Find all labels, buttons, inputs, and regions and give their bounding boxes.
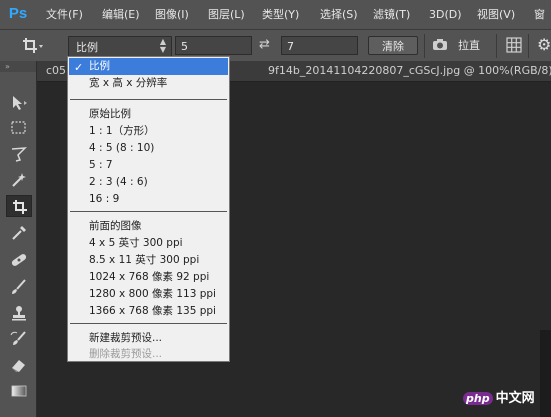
divider	[528, 34, 529, 58]
document-tab-prefix: c05	[46, 64, 67, 77]
php-logo: php	[463, 392, 493, 405]
brush-tool-icon[interactable]	[6, 276, 32, 298]
crop-height-input[interactable]: 7	[281, 36, 358, 55]
swap-dimensions-icon[interactable]: ⇄	[259, 37, 270, 52]
photoshop-logo: Ps	[8, 5, 28, 22]
dropdown-item-size-preset[interactable]: 1024 x 768 像素 92 ppi	[89, 269, 209, 286]
menu-bar: Ps 文件(F) 编辑(E) 图像(I) 图层(L) 类型(Y) 选择(S) 滤…	[0, 0, 551, 30]
straighten-label[interactable]: 拉直	[458, 37, 480, 53]
dropdown-item-wxhxres[interactable]: 宽 x 高 x 分辨率	[89, 75, 167, 92]
menu-edit[interactable]: 编辑(E)	[102, 0, 140, 29]
dropdown-item-original-ratio[interactable]: 原始比例	[89, 106, 131, 123]
dropdown-item-selected[interactable]: ✓ 比例	[69, 58, 228, 75]
dropdown-item-size-preset[interactable]: 1280 x 800 像素 113 ppi	[89, 286, 216, 303]
image-edge	[540, 330, 551, 417]
menu-3d[interactable]: 3D(D)	[429, 0, 462, 29]
magic-wand-tool-icon[interactable]	[6, 169, 32, 191]
document-tab-title: 9f14b_20141104220807_cGScJ.jpg @ 100%(RG…	[268, 64, 551, 77]
menu-filter[interactable]: 滤镜(T)	[373, 0, 410, 29]
crop-tool-icon[interactable]	[6, 195, 32, 217]
toolbox: »	[0, 61, 37, 417]
menu-view[interactable]: 视图(V)	[477, 0, 515, 29]
crop-width-input[interactable]: 5	[175, 36, 252, 55]
menu-file[interactable]: 文件(F)	[46, 0, 83, 29]
menu-type[interactable]: 类型(Y)	[262, 0, 299, 29]
divider	[424, 34, 425, 58]
dropdown-item-ratio[interactable]: 5 : 7	[89, 157, 113, 174]
dropdown-item-ratio[interactable]: 2 : 3 (4 : 6)	[89, 174, 148, 191]
dropdown-item-label: 比例	[89, 60, 110, 72]
overlay-grid-icon[interactable]	[506, 37, 522, 53]
gear-icon[interactable]: ⚙	[537, 35, 551, 54]
dropdown-item-delete-preset: 删除裁剪预设...	[89, 348, 163, 360]
dropdown-item-size-preset[interactable]: 8.5 x 11 英寸 300 ppi	[89, 252, 199, 269]
divider	[496, 34, 497, 58]
eyedropper-tool-icon[interactable]	[6, 222, 32, 244]
eraser-tool-icon[interactable]	[6, 354, 32, 376]
dropdown-item-size-preset[interactable]: 1366 x 768 像素 135 ppi	[89, 303, 216, 320]
menu-select[interactable]: 选择(S)	[320, 0, 358, 29]
dropdown-separator	[70, 211, 227, 212]
menu-image[interactable]: 图像(I)	[155, 0, 189, 29]
menu-window[interactable]: 窗	[534, 0, 545, 29]
aspect-ratio-value: 比例	[76, 41, 98, 54]
move-tool-icon[interactable]	[6, 92, 32, 114]
dropdown-item-front-image[interactable]: 前面的图像	[89, 218, 142, 235]
checkmark-icon: ✓	[74, 61, 84, 74]
dropdown-item-ratio[interactable]: 16 : 9	[89, 191, 119, 208]
menu-layer[interactable]: 图层(L)	[208, 0, 245, 29]
dropdown-item-new-preset[interactable]: 新建裁剪预设...	[89, 330, 162, 347]
dropdown-item-ratio[interactable]: 4 : 5 (8 : 10)	[89, 140, 154, 157]
aspect-ratio-select[interactable]: 比例 ▲ ▼	[68, 36, 172, 57]
gradient-tool-icon[interactable]	[6, 380, 32, 402]
dropdown-separator	[70, 323, 227, 324]
toolbox-collapse-icon[interactable]: »	[0, 61, 36, 72]
dropdown-item-ratio[interactable]: 1 : 1（方形）	[89, 123, 155, 140]
crop-tool-icon[interactable]	[22, 36, 44, 56]
aspect-ratio-dropdown: ✓ 比例 宽 x 高 x 分辨率 原始比例 1 : 1（方形） 4 : 5 (8…	[67, 56, 230, 362]
select-arrows-icon: ▲ ▼	[159, 37, 166, 54]
lasso-tool-icon[interactable]	[6, 143, 32, 165]
dropdown-item-size-preset[interactable]: 4 x 5 英寸 300 ppi	[89, 235, 183, 252]
dropdown-separator	[70, 99, 227, 100]
site-watermark: php 中文网	[463, 387, 535, 406]
healing-brush-tool-icon[interactable]	[6, 249, 32, 271]
clear-button[interactable]: 清除	[368, 36, 418, 55]
watermark-text: 中文网	[495, 391, 535, 406]
marquee-tool-icon[interactable]	[6, 117, 32, 139]
clone-stamp-tool-icon[interactable]	[6, 302, 32, 324]
straighten-icon[interactable]	[432, 37, 448, 53]
history-brush-tool-icon[interactable]	[6, 328, 32, 350]
